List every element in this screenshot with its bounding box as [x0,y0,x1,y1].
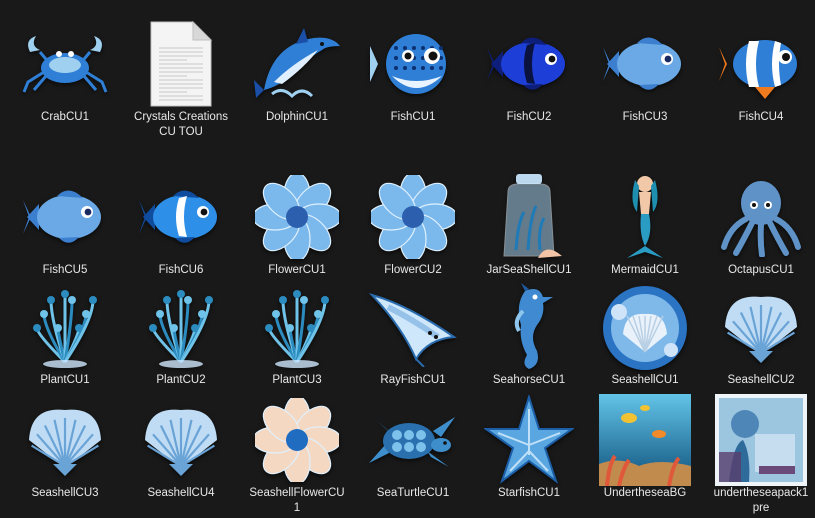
file-item[interactable]: SeashellCU4 [126,388,236,516]
file-item[interactable]: PlantCU2 [126,275,236,403]
flower-icon [365,169,461,265]
file-item[interactable]: PlantCU3 [242,275,352,403]
file-name-label: CrabCU1 [41,111,89,123]
file-item[interactable]: FishCU4 [706,12,815,140]
file-item[interactable]: SeashellCU1 [590,275,700,403]
file-item[interactable]: FlowerCU1 [242,165,352,293]
file-name-label: undertheseapack1pre [713,487,809,514]
file-name-label: SeaTurtleCU1 [376,487,450,499]
text-document-icon [133,16,229,112]
manta-ray-icon [365,279,461,375]
scallop-shell-icon [713,279,809,375]
file-item[interactable]: DolphinCU1 [242,12,352,140]
clownfish-icon [713,16,809,112]
file-name-label: RayFishCU1 [380,374,446,386]
file-item[interactable]: undertheseapack1pre [706,388,815,516]
file-name-label: SeashellCU1 [611,374,679,386]
file-name-label: UndertheseaBG [603,487,687,499]
file-item[interactable]: UndertheseaBG [590,388,700,516]
file-name-label: SeahorseCU1 [492,374,566,386]
file-name-label: PlantCU2 [156,374,206,386]
dolphin-icon [249,16,345,112]
plant-icon [133,279,229,375]
scallop-shell-icon [17,392,113,488]
file-name-label: SeashellCU4 [147,487,215,499]
file-item[interactable]: FishCU1 [358,12,468,140]
file-name-label: SeashellCU2 [727,374,795,386]
file-item[interactable]: SeahorseCU1 [474,275,584,403]
file-item[interactable]: SeashellFlowerCU1 [242,388,352,516]
plant-icon [17,279,113,375]
shell-cluster-icon [597,279,693,375]
file-name-label: Crystals Creations CU TOU [134,111,228,138]
mermaid-icon [597,169,693,265]
shell-flower-icon [249,392,345,488]
file-item[interactable]: FishCU5 [10,165,120,293]
blue-tang-fish-icon [481,16,577,112]
file-item[interactable]: PlantCU1 [10,275,120,403]
file-item[interactable]: RayFishCU1 [358,275,468,403]
scallop-shell-icon [133,392,229,488]
file-name-label: FishCU4 [738,111,784,123]
file-item[interactable]: FishCU3 [590,12,700,140]
file-item[interactable]: FishCU6 [126,165,236,293]
pufferfish-icon [365,16,461,112]
file-item[interactable]: Crystals Creations CU TOU [126,12,236,140]
jar-icon [481,169,577,265]
file-item[interactable]: OctapusCU1 [706,165,815,293]
preview-collage-icon [713,392,809,488]
file-name-label: StarfishCU1 [498,487,560,499]
file-name-label: FishCU3 [622,111,668,123]
file-item[interactable]: JarSeaShellCU1 [474,165,584,293]
seahorse-icon [481,279,577,375]
file-name-label: FishCU1 [390,111,436,123]
file-item[interactable]: StarfishCU1 [474,388,584,516]
underwater-scene-icon [597,392,693,488]
file-name-label: PlantCU3 [272,374,322,386]
starfish-icon [481,392,577,488]
file-item[interactable]: CrabCU1 [10,12,120,140]
file-name-label: PlantCU1 [40,374,90,386]
file-item[interactable]: FishCU2 [474,12,584,140]
crab-icon [17,16,113,112]
file-item[interactable]: FlowerCU2 [358,165,468,293]
file-name-label: SeashellFlowerCU1 [249,487,345,514]
file-item[interactable]: SeashellCU2 [706,275,815,403]
tropical-fish-icon [133,169,229,265]
file-grid: CrabCU1 Crystals Creations CU TOU Dolphi… [0,0,815,518]
file-name-label: SeashellCU3 [31,487,99,499]
plant-icon [249,279,345,375]
fish-icon [17,169,113,265]
file-name-label: DolphinCU1 [265,111,328,123]
file-item[interactable]: MermaidCU1 [590,165,700,293]
file-item[interactable]: SeashellCU3 [10,388,120,516]
fish-icon [597,16,693,112]
sea-turtle-icon [365,392,461,488]
octopus-icon [713,169,809,265]
file-name-label: FishCU2 [506,111,552,123]
file-item[interactable]: SeaTurtleCU1 [358,388,468,516]
flower-icon [249,169,345,265]
